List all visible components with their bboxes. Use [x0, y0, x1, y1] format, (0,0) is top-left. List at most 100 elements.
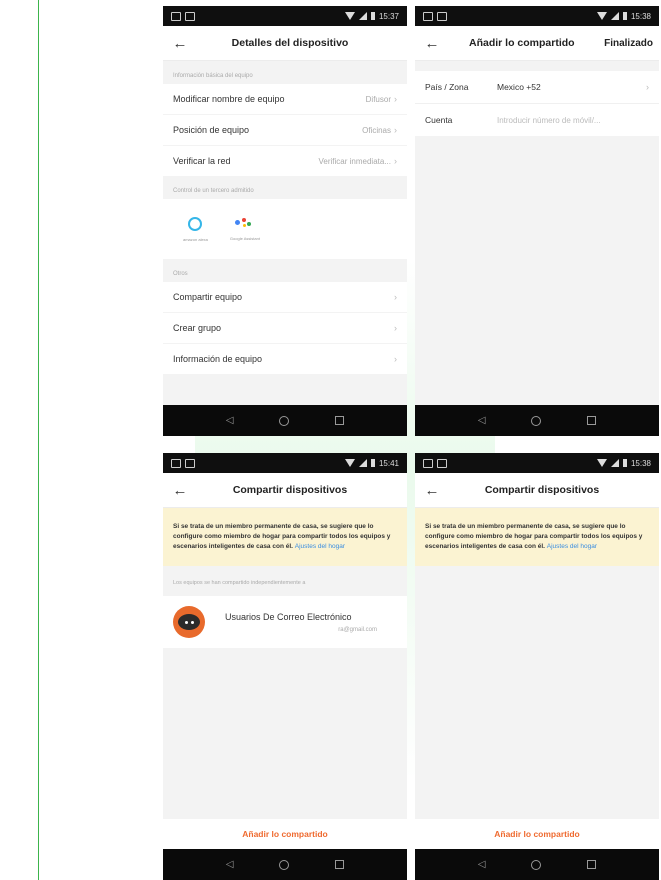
app-bar: ← Compartir dispositivos: [415, 473, 659, 508]
home-settings-link[interactable]: Ajustes del hogar: [547, 543, 597, 550]
nav-recent-icon[interactable]: [335, 860, 345, 869]
alexa-icon: [188, 216, 203, 231]
home-settings-link[interactable]: Ajustes del hogar: [295, 543, 345, 550]
chevron-right-icon: ›: [394, 292, 397, 302]
row-label: Posición de equipo: [173, 125, 250, 135]
row-modify-device-name[interactable]: Modificar nombre de equipo Difusor ›: [163, 84, 407, 114]
row-label: Compartir equipo: [173, 292, 243, 302]
google-assistant-label: Google Assistant: [229, 235, 260, 241]
avatar: [173, 606, 205, 638]
third-party-assistants: amazon alexa Google Assistant: [163, 199, 407, 259]
shared-contact[interactable]: Usuarios De Correo Electrónico ra@gmail.…: [163, 596, 407, 648]
country-label: País / Zona: [425, 82, 469, 92]
row-value: Difusor: [365, 94, 391, 104]
status-bar: 15:38: [415, 453, 659, 473]
status-bar: 15:41: [163, 453, 407, 473]
chevron-right-icon: ›: [646, 82, 649, 92]
app-bar: ← Compartir dispositivos: [163, 473, 407, 508]
nav-home-icon[interactable]: [531, 859, 542, 870]
screen-share-devices-list: 15:41 ← Compartir dispositivos Si se tra…: [163, 453, 407, 880]
page-title: Añadir lo compartido: [469, 37, 575, 49]
screen-device-details: 15:37 ← Detalles del dispositivo Informa…: [163, 6, 407, 436]
shared-with-label: Los equipos se han compartido independie…: [173, 580, 306, 586]
section-header-other: Otros: [163, 259, 407, 282]
status-time: 15:38: [630, 458, 651, 468]
status-time: 15:38: [630, 11, 651, 21]
battery-icon: [622, 459, 627, 467]
row-label: Crear grupo: [173, 323, 222, 333]
signal-icon: [358, 459, 367, 467]
back-arrow-icon[interactable]: ←: [163, 35, 193, 52]
row-value: Verificar inmediata...: [318, 156, 391, 166]
add-shared-button[interactable]: Añadir lo compartido: [415, 819, 659, 849]
alexa-label: amazon alexa: [183, 236, 208, 242]
notice-text: Si se trata de un miembro permanente de …: [173, 523, 391, 550]
app-bar: ← Detalles del dispositivo: [163, 26, 407, 61]
contact-email: ra@gmail.com: [338, 626, 377, 633]
back-arrow-icon[interactable]: ←: [415, 482, 445, 499]
row-create-group[interactable]: Crear grupo ›: [163, 312, 407, 343]
chevron-right-icon: ›: [394, 354, 397, 364]
nav-recent-icon[interactable]: [587, 860, 597, 869]
page-title: Compartir dispositivos: [232, 484, 348, 496]
google-assistant-option[interactable]: Google Assistant: [229, 217, 260, 241]
done-button[interactable]: Finalizado: [604, 38, 659, 49]
nav-back-icon[interactable]: ◁: [226, 859, 234, 870]
nav-home-icon[interactable]: [531, 415, 542, 426]
nav-home-icon[interactable]: [279, 415, 290, 426]
signal-icon: [358, 12, 367, 20]
back-arrow-icon[interactable]: ←: [415, 35, 445, 52]
notification-icon: [423, 458, 433, 468]
notice-text: Si se trata de un miembro permanente de …: [425, 523, 643, 550]
row-value: Oficinas: [362, 125, 391, 135]
android-nav-bar: ◁: [163, 849, 407, 880]
image-icon: [185, 11, 195, 21]
row-label: Verificar la red: [173, 156, 231, 166]
nav-home-icon[interactable]: [279, 859, 290, 870]
alexa-option[interactable]: amazon alexa: [183, 216, 208, 242]
wifi-icon: [344, 12, 355, 20]
page-title: Compartir dispositivos: [484, 484, 600, 496]
country-selector[interactable]: País / Zona Mexico +52 ›: [415, 71, 659, 103]
row-label: Modificar nombre de equipo: [173, 94, 285, 104]
signal-icon: [610, 459, 619, 467]
screen-share-devices-empty: 15:38 ← Compartir dispositivos Si se tra…: [415, 453, 659, 880]
nav-back-icon[interactable]: ◁: [478, 859, 486, 870]
battery-icon: [622, 12, 627, 20]
add-shared-button[interactable]: Añadir lo compartido: [163, 819, 407, 849]
chevron-right-icon: ›: [394, 323, 397, 333]
signal-icon: [610, 12, 619, 20]
nav-recent-icon[interactable]: [335, 416, 345, 425]
notification-icon: [423, 11, 433, 21]
android-nav-bar: ◁: [163, 405, 407, 436]
row-device-info[interactable]: Información de equipo ›: [163, 343, 407, 374]
back-arrow-icon[interactable]: ←: [163, 482, 193, 499]
chevron-right-icon: ›: [394, 94, 397, 104]
section-header-basic-info: Información básica del equipo: [163, 61, 407, 84]
status-time: 15:37: [378, 11, 399, 21]
nav-back-icon[interactable]: ◁: [226, 415, 234, 426]
android-nav-bar: ◁: [415, 849, 659, 880]
contact-name: Usuarios De Correo Electrónico: [225, 611, 352, 622]
row-device-position[interactable]: Posición de equipo Oficinas ›: [163, 114, 407, 145]
chevron-right-icon: ›: [394, 125, 397, 135]
chevron-right-icon: ›: [394, 156, 397, 166]
google-assistant-icon: [234, 217, 255, 230]
app-bar: ← Añadir lo compartido Finalizado: [415, 26, 659, 61]
home-member-notice: Si se trata de un miembro permanente de …: [415, 508, 659, 566]
image-icon: [437, 11, 447, 21]
row-share-device[interactable]: Compartir equipo ›: [163, 282, 407, 312]
home-member-notice: Si se trata de un miembro permanente de …: [163, 508, 407, 566]
account-input[interactable]: Introducir número de móvil/...: [497, 116, 649, 125]
section-header-third-party: Control de un tercero admitido: [163, 176, 407, 199]
row-label: Información de equipo: [173, 354, 263, 364]
row-verify-network[interactable]: Verificar la red Verificar inmediata... ›: [163, 145, 407, 176]
page-margin-line: [38, 0, 39, 880]
nav-back-icon[interactable]: ◁: [478, 415, 486, 426]
country-value: Mexico +52: [497, 82, 541, 92]
screen-add-shared: 15:38 ← Añadir lo compartido Finalizado …: [415, 6, 659, 436]
status-bar: 15:38: [415, 6, 659, 26]
account-row: Cuenta Introducir número de móvil/...: [415, 103, 659, 136]
nav-recent-icon[interactable]: [587, 416, 597, 425]
notification-icon: [171, 458, 181, 468]
